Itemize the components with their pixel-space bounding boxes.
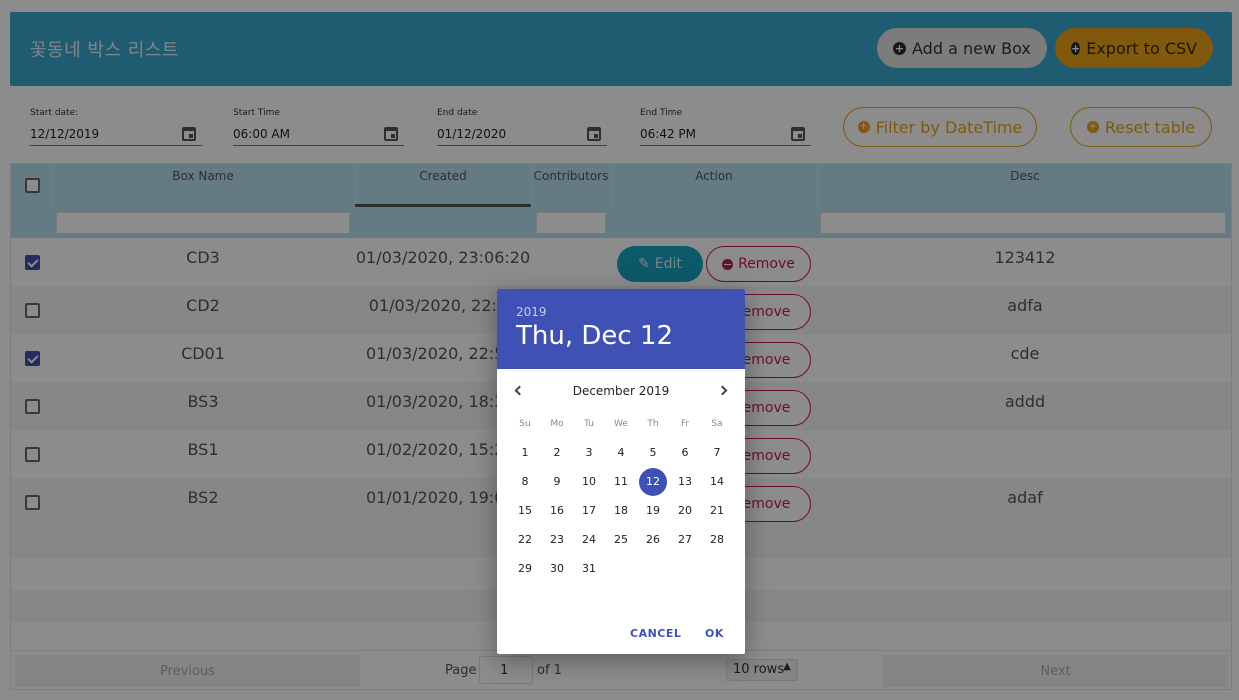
ok-button[interactable]: OK — [705, 627, 724, 640]
calendar-day[interactable]: 29 — [511, 555, 539, 583]
calendar-day[interactable]: 16 — [543, 497, 571, 525]
selected-date-display: Thu, Dec 12 — [516, 321, 674, 351]
calendar-day[interactable]: 28 — [703, 526, 731, 554]
calendar-day[interactable]: 21 — [703, 497, 731, 525]
cancel-button[interactable]: CANCEL — [630, 627, 681, 640]
weekday-label: Sa — [711, 419, 723, 429]
calendar-day[interactable]: 6 — [671, 439, 699, 467]
calendar-day[interactable]: 8 — [511, 468, 539, 496]
weekday-label: Su — [519, 419, 531, 429]
calendar-day[interactable]: 30 — [543, 555, 571, 583]
calendar-day[interactable]: 14 — [703, 468, 731, 496]
calendar-day[interactable]: 4 — [607, 439, 635, 467]
calendar-day[interactable]: 11 — [607, 468, 635, 496]
date-picker-dialog: 2019 Thu, Dec 12 December 2019 Su Mo Tu We T… — [497, 289, 745, 654]
weekday-label: Mo — [550, 419, 564, 429]
calendar-day[interactable]: 15 — [511, 497, 539, 525]
weekday-label: Th — [647, 419, 659, 429]
calendar-day[interactable]: 9 — [543, 468, 571, 496]
calendar-day[interactable]: 10 — [575, 468, 603, 496]
weekday-label: Tu — [584, 419, 594, 429]
month-navigation: December 2019 — [497, 384, 745, 404]
date-picker-header: 2019 Thu, Dec 12 — [497, 289, 745, 369]
calendar-day[interactable]: 19 — [639, 497, 667, 525]
calendar-day[interactable]: 2 — [543, 439, 571, 467]
calendar-day[interactable]: 27 — [671, 526, 699, 554]
calendar-day[interactable]: 26 — [639, 526, 667, 554]
calendar-day[interactable]: 1 — [511, 439, 539, 467]
calendar-day[interactable]: 3 — [575, 439, 603, 467]
selected-day[interactable]: 12 — [639, 468, 667, 496]
calendar-day[interactable]: 18 — [607, 497, 635, 525]
calendar-day[interactable]: 31 — [575, 555, 603, 583]
month-label: December 2019 — [572, 384, 670, 398]
year-selector[interactable]: 2019 — [516, 305, 745, 319]
calendar-day[interactable]: 13 — [671, 468, 699, 496]
calendar-day[interactable]: 23 — [543, 526, 571, 554]
calendar-day[interactable]: 25 — [607, 526, 635, 554]
calendar-day[interactable]: 7 — [703, 439, 731, 467]
calendar-day[interactable]: 17 — [575, 497, 603, 525]
calendar-day[interactable]: 24 — [575, 526, 603, 554]
calendar-day[interactable]: 20 — [671, 497, 699, 525]
weekday-label: Fr — [680, 419, 690, 429]
calendar-day[interactable]: 5 — [639, 439, 667, 467]
calendar-day[interactable]: 22 — [511, 526, 539, 554]
weekday-label: We — [614, 419, 628, 429]
